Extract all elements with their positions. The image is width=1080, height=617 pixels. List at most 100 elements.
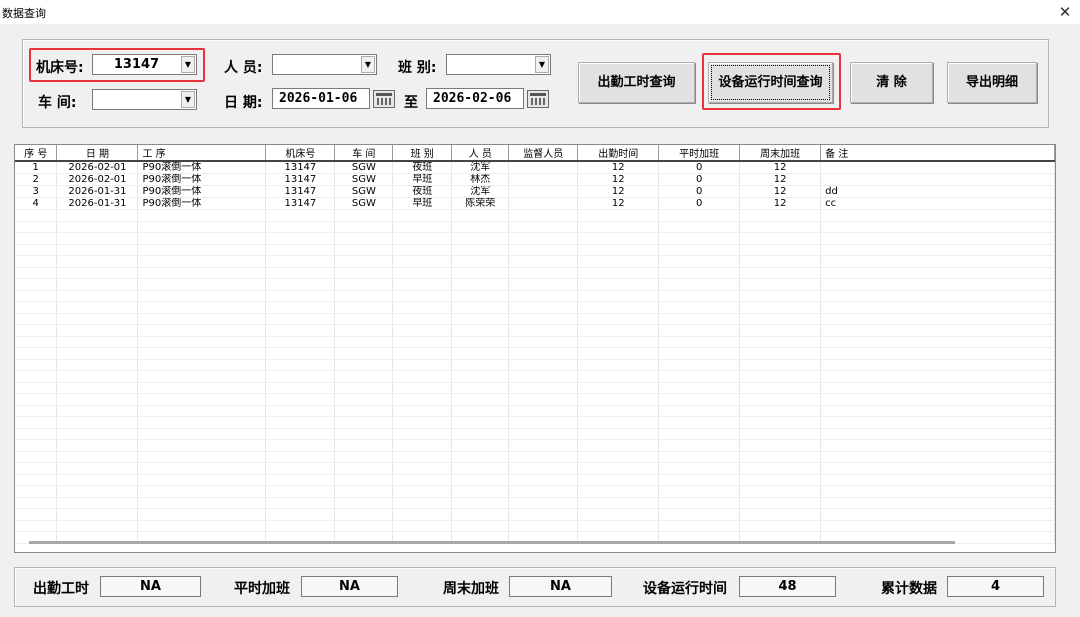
- column-header[interactable]: 周末加班: [739, 145, 822, 162]
- empty-cell: [577, 290, 660, 302]
- empty-cell: [739, 508, 822, 521]
- empty-cell: [265, 393, 336, 406]
- empty-cell: [137, 313, 267, 325]
- column-header[interactable]: 序 号: [15, 145, 58, 162]
- empty-row: [15, 267, 1055, 279]
- empty-cell: [739, 255, 822, 268]
- empty-cell: [15, 347, 58, 360]
- close-icon[interactable]: ✕: [1052, 1, 1078, 23]
- column-header[interactable]: 出勤时间: [577, 145, 660, 162]
- column-header[interactable]: 平时加班: [658, 145, 741, 162]
- calendar-icon[interactable]: [527, 90, 549, 108]
- empty-cell: [451, 382, 510, 394]
- empty-cell: [508, 336, 579, 348]
- export-button[interactable]: 导出明细: [947, 62, 1037, 103]
- column-header[interactable]: 监督人员: [508, 145, 579, 162]
- empty-cell: [451, 393, 510, 406]
- empty-cell: [577, 439, 660, 452]
- empty-cell: [15, 416, 58, 429]
- table-cell: 沈军: [451, 161, 510, 174]
- overtime-summary-value: NA: [301, 576, 398, 597]
- empty-cell: [15, 393, 58, 406]
- empty-cell: [577, 451, 660, 463]
- calendar-icon[interactable]: [373, 90, 395, 108]
- column-header[interactable]: 班 别: [392, 145, 453, 162]
- empty-cell: [392, 209, 453, 222]
- empty-cell: [334, 336, 394, 348]
- empty-cell: [56, 474, 139, 486]
- horizontal-scrollbar[interactable]: [29, 541, 955, 544]
- table-cell: 12: [739, 185, 822, 198]
- table-cell: 夜班: [392, 185, 453, 198]
- empty-cell: [451, 324, 510, 337]
- table-cell: 早班: [392, 197, 453, 210]
- results-table: 序 号 日 期 工 序 机床号 车 间 班 别 人 员 监督人员 出勤时间 平时…: [15, 145, 1055, 544]
- shift-select[interactable]: ▼: [446, 54, 551, 75]
- empty-cell: [334, 209, 394, 222]
- empty-cell: [392, 221, 453, 233]
- table-cell: 1: [15, 161, 58, 174]
- empty-cell: [334, 451, 394, 463]
- table-cell: 0: [658, 161, 741, 174]
- empty-cell: [739, 232, 822, 245]
- column-header[interactable]: 日 期: [56, 145, 139, 162]
- chevron-down-icon[interactable]: ▼: [361, 56, 375, 73]
- empty-row: [15, 313, 1055, 325]
- empty-cell: [451, 347, 510, 360]
- empty-cell: [508, 416, 579, 429]
- empty-cell: [334, 520, 394, 532]
- empty-cell: [739, 439, 822, 452]
- empty-cell: [56, 301, 139, 314]
- empty-cell: [577, 405, 660, 417]
- empty-cell: [451, 209, 510, 222]
- column-header[interactable]: 备 注: [820, 145, 1055, 162]
- table-row[interactable]: 4 2026-01-31 P90滚倒一体 13147 SGW 早班 陈荣荣 12 0 12 cc: [15, 197, 1055, 210]
- empty-cell: [658, 336, 741, 348]
- table-cell: [820, 173, 1055, 186]
- table-row[interactable]: 2 2026-02-01 P90滚倒一体 13147 SGW 早班 林杰 12 0 12: [15, 173, 1055, 186]
- empty-cell: [820, 508, 1055, 521]
- empty-cell: [392, 267, 453, 279]
- table-cell: 13147: [265, 161, 336, 174]
- empty-cell: [56, 267, 139, 279]
- column-header[interactable]: 工 序: [137, 145, 267, 162]
- clear-button[interactable]: 清 除: [850, 62, 933, 103]
- table-row[interactable]: 1 2026-02-01 P90滚倒一体 13147 SGW 夜班 沈军 12 0 12: [15, 161, 1055, 174]
- column-header[interactable]: 机床号: [265, 145, 336, 162]
- empty-cell: [739, 336, 822, 348]
- person-select[interactable]: ▼: [272, 54, 377, 75]
- empty-cell: [334, 301, 394, 314]
- empty-cell: [508, 462, 579, 475]
- attendance-query-button[interactable]: 出勤工时查询: [578, 62, 695, 103]
- empty-cell: [577, 520, 660, 532]
- date-to-field[interactable]: 2026-02-06: [426, 88, 524, 109]
- date-from-field[interactable]: 2026-01-06: [272, 88, 370, 109]
- empty-row: [15, 451, 1055, 463]
- empty-cell: [577, 347, 660, 360]
- column-header[interactable]: 车 间: [334, 145, 394, 162]
- table-row[interactable]: 3 2026-01-31 P90滚倒一体 13147 SGW 夜班 沈军 12 0 12 dd: [15, 185, 1055, 198]
- empty-cell: [334, 347, 394, 360]
- empty-cell: [137, 221, 267, 233]
- empty-cell: [658, 324, 741, 337]
- workshop-select[interactable]: ▼: [92, 89, 197, 110]
- column-header[interactable]: 人 员: [451, 145, 510, 162]
- empty-cell: [392, 393, 453, 406]
- data-grid[interactable]: 序 号 日 期 工 序 机床号 车 间 班 别 人 员 监督人员 出勤时间 平时…: [14, 144, 1056, 553]
- empty-cell: [392, 462, 453, 475]
- empty-cell: [451, 244, 510, 256]
- chevron-down-icon[interactable]: ▼: [535, 56, 549, 73]
- chevron-down-icon[interactable]: ▼: [181, 91, 195, 108]
- empty-cell: [137, 278, 267, 291]
- empty-row: [15, 382, 1055, 394]
- empty-cell: [658, 359, 741, 371]
- empty-cell: [508, 324, 579, 337]
- empty-cell: [451, 497, 510, 509]
- empty-cell: [739, 301, 822, 314]
- table-cell: 12: [577, 185, 660, 198]
- empty-cell: [137, 244, 267, 256]
- empty-row: [15, 324, 1055, 337]
- empty-cell: [451, 232, 510, 245]
- empty-cell: [577, 221, 660, 233]
- empty-cell: [392, 439, 453, 452]
